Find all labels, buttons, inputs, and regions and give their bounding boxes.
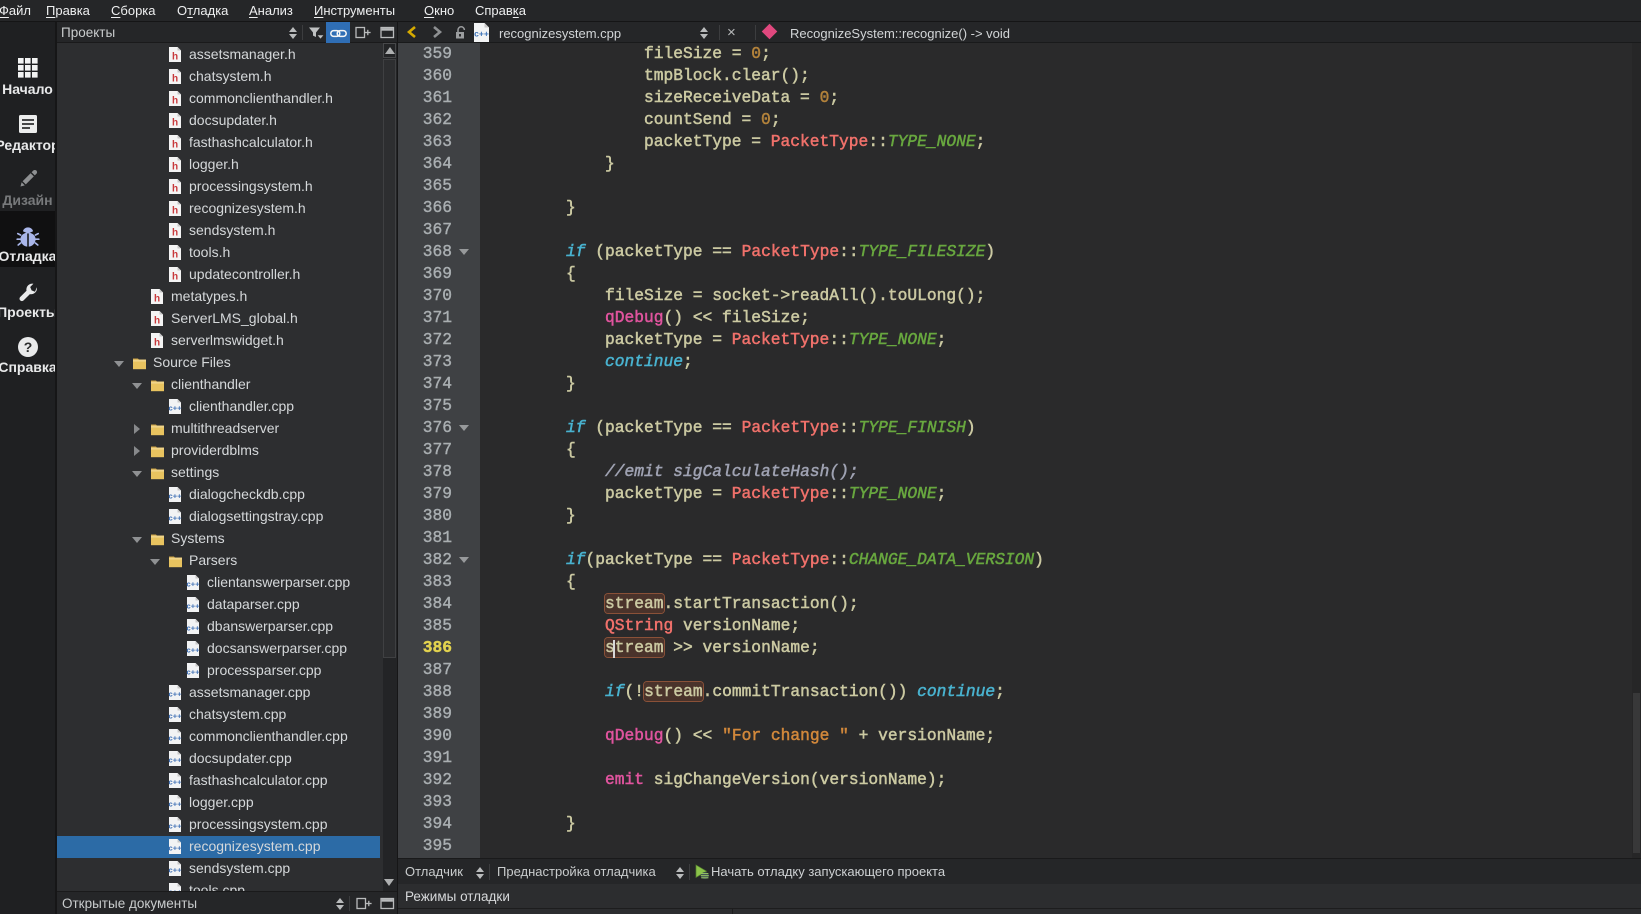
svg-text:h: h [172,228,178,239]
svg-text:h: h [154,338,160,349]
svg-text:?: ? [23,339,32,355]
svg-text:c++: c++ [169,822,182,831]
svg-text:h: h [172,272,178,283]
svg-text:h: h [154,294,160,305]
svg-text:h: h [172,96,178,107]
svg-text:c++: c++ [187,646,200,655]
svg-text:c++: c++ [169,492,182,501]
svg-text:c++: c++ [187,580,200,589]
svg-text:c++: c++ [169,734,182,743]
svg-text:c++: c++ [169,778,182,787]
svg-text:c++: c++ [169,800,182,809]
svg-text:c++: c++ [169,712,182,721]
svg-text:h: h [172,118,178,129]
svg-text:h: h [172,250,178,261]
svg-text:h: h [172,184,178,195]
svg-text:c++: c++ [169,690,182,699]
svg-text:c++: c++ [169,844,182,853]
svg-text:h: h [172,74,178,85]
svg-text:c++: c++ [169,514,182,523]
svg-text:c++: c++ [169,866,182,875]
svg-text:c++: c++ [187,602,200,611]
svg-text:h: h [172,206,178,217]
svg-text:c++: c++ [187,668,200,677]
svg-text:c++: c++ [169,756,182,765]
svg-text:c++: c++ [169,404,182,413]
svg-text:h: h [172,140,178,151]
svg-text:c++: c++ [187,624,200,633]
svg-text:h: h [154,316,160,327]
svg-text:c++: c++ [474,29,489,39]
svg-text:h: h [172,52,178,63]
svg-text:h: h [172,162,178,173]
